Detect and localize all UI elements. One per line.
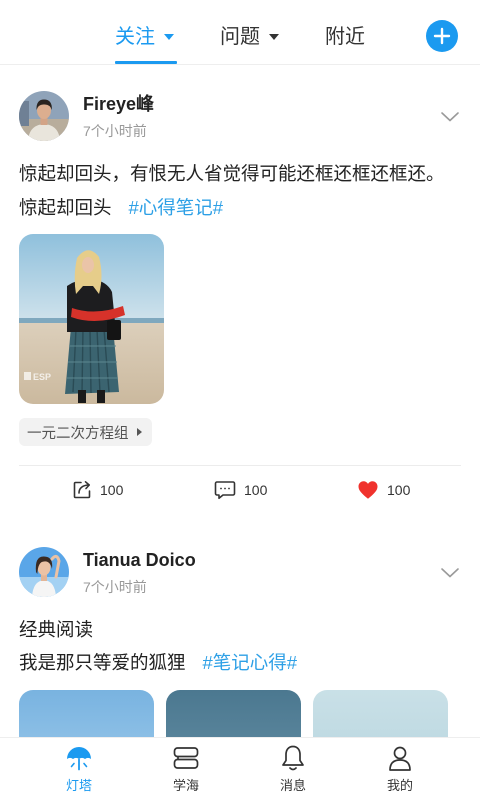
- nav-label: 灯塔: [65, 778, 92, 793]
- avatar-photo: [19, 91, 69, 141]
- image-watermark: ESP: [33, 372, 51, 382]
- post-text-tail: 我是那只等爱的狐狸: [19, 652, 186, 673]
- nav-item-lighthouse[interactable]: 灯塔: [49, 744, 109, 798]
- comment-count: 100: [244, 482, 268, 498]
- user-icon: [389, 746, 411, 771]
- post-text-line: 我是那只等爱的狐狸 #笔记心得#: [19, 651, 297, 675]
- avatar[interactable]: [19, 91, 69, 141]
- share-icon: [73, 481, 91, 499]
- active-tab-indicator: [115, 61, 177, 64]
- heart-icon: [358, 481, 378, 499]
- post-text: 惊起却回头，有恨无人省觉得可能还框还框还框还。: [19, 163, 445, 184]
- books-icon: [173, 747, 199, 769]
- post-text-line: 惊起却回头 #心得笔记#: [19, 196, 223, 220]
- tab-questions[interactable]: 问题: [220, 23, 279, 51]
- post-time: 7个小时前: [83, 579, 147, 595]
- avatar-photo: [19, 547, 69, 597]
- nav-label: 我的: [386, 778, 413, 793]
- chevron-down-icon[interactable]: [441, 568, 459, 578]
- hashtag-link[interactable]: #心得笔记#: [129, 197, 224, 218]
- hashtag-link[interactable]: #笔记心得#: [203, 652, 298, 673]
- nav-item-messages[interactable]: 消息: [263, 744, 323, 798]
- topic-tag-chip[interactable]: 一元二次方程组: [19, 418, 152, 446]
- tab-label: 关注: [115, 26, 155, 48]
- tab-label: 问题: [220, 26, 260, 48]
- top-bar: 关注 问题 附近: [0, 0, 480, 65]
- tab-nearby[interactable]: 附近: [325, 23, 365, 51]
- tab-following[interactable]: 关注: [115, 23, 174, 51]
- avatar[interactable]: [19, 547, 69, 597]
- app-screen: 关注 问题 附近 Fireye峰 7个小时前 惊起却回头，有恨无人省觉得可能还框…: [0, 0, 480, 800]
- like-button[interactable]: 100: [357, 479, 410, 501]
- post-image[interactable]: ESP: [19, 234, 164, 404]
- add-button[interactable]: [426, 20, 458, 52]
- tab-label: 附近: [325, 26, 365, 48]
- divider: [19, 465, 461, 466]
- plus-icon: [433, 27, 451, 45]
- lighthouse-icon: [67, 747, 91, 771]
- post-text-tail: 惊起却回头: [19, 197, 112, 218]
- comment-button[interactable]: 100: [214, 479, 267, 501]
- caret-right-icon: [136, 428, 142, 436]
- nav-item-me[interactable]: 我的: [370, 744, 430, 798]
- bell-icon: [282, 745, 304, 771]
- post-text: 经典阅读: [19, 619, 94, 640]
- nav-label: 学海: [172, 778, 199, 793]
- comment-icon: [214, 481, 236, 500]
- chevron-down-icon[interactable]: [441, 112, 459, 122]
- dropdown-caret-icon: [164, 34, 174, 40]
- topic-tag-label: 一元二次方程组: [27, 425, 129, 442]
- like-count: 100: [387, 482, 411, 498]
- share-count: 100: [100, 482, 124, 498]
- post-time: 7个小时前: [83, 123, 147, 139]
- nav-item-xuehai[interactable]: 学海: [156, 744, 216, 798]
- share-button[interactable]: 100: [72, 479, 123, 501]
- author-name[interactable]: Fireye峰: [83, 93, 154, 115]
- nav-label: 消息: [279, 778, 306, 793]
- author-name[interactable]: Tianua Doico: [83, 549, 196, 571]
- fashion-photo: ESP: [19, 234, 164, 404]
- bottom-nav: 灯塔 学海 消息 我的: [0, 737, 480, 800]
- dropdown-caret-icon: [269, 34, 279, 40]
